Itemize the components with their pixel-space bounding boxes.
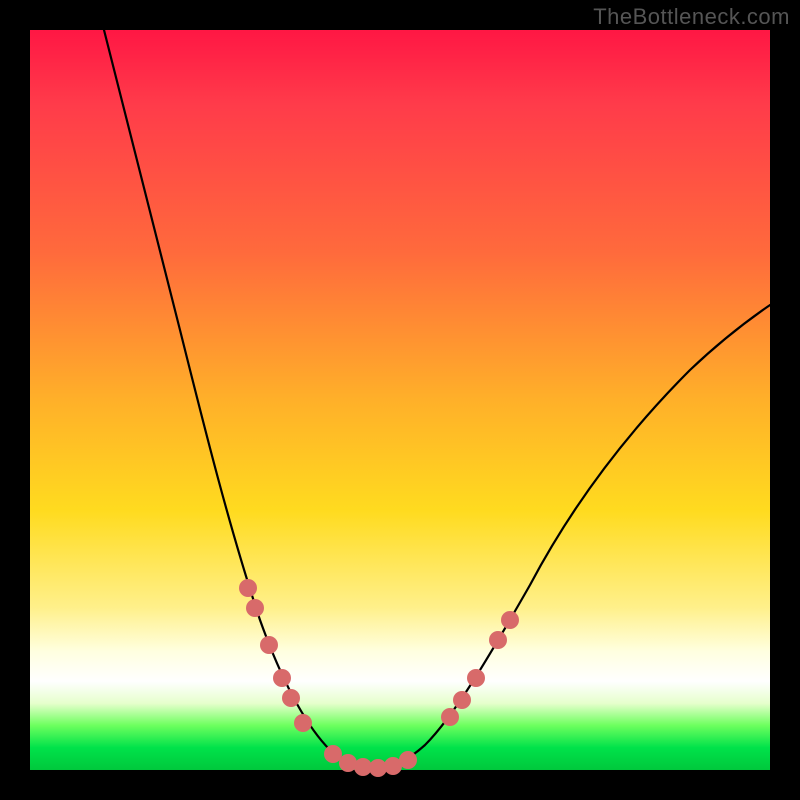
marker-dot xyxy=(324,745,342,763)
marker-dot xyxy=(501,611,519,629)
marker-dot xyxy=(260,636,278,654)
marker-dot xyxy=(441,708,459,726)
marker-dot xyxy=(282,689,300,707)
bottleneck-curve xyxy=(104,30,770,768)
chart-frame: TheBottleneck.com xyxy=(0,0,800,800)
marker-dot xyxy=(239,579,257,597)
watermark-text: TheBottleneck.com xyxy=(593,4,790,30)
marker-dot xyxy=(453,691,471,709)
marker-dot xyxy=(294,714,312,732)
curve-svg xyxy=(30,30,770,770)
plot-area xyxy=(30,30,770,770)
marker-dot xyxy=(467,669,485,687)
marker-dot xyxy=(399,751,417,769)
marker-dot xyxy=(489,631,507,649)
marker-dot xyxy=(246,599,264,617)
marker-dot xyxy=(273,669,291,687)
